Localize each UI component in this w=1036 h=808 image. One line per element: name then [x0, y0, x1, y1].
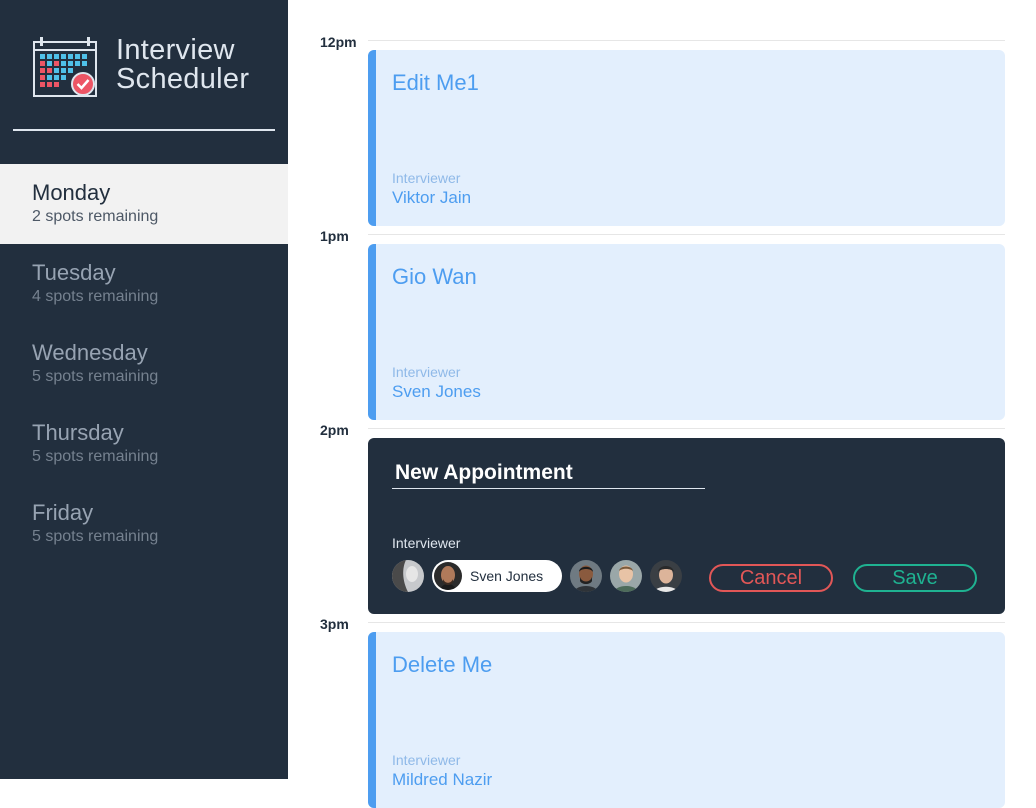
- student-name-input[interactable]: [392, 458, 705, 489]
- interviewer-name: Mildred Nazir: [392, 770, 493, 789]
- day-item-tuesday[interactable]: Tuesday 4 spots remaining: [0, 244, 288, 324]
- slot-time: 1pm: [320, 228, 349, 244]
- slot-separator: [368, 622, 1005, 623]
- slot-time: 3pm: [320, 616, 349, 632]
- slot-separator: [368, 234, 1005, 235]
- slot-separator: [368, 40, 1005, 41]
- app-title-line1: Interview: [116, 34, 235, 66]
- slot-1pm: 1pm Gio Wan Interviewer Sven Jones: [288, 194, 1036, 420]
- student-name: Gio Wan: [392, 264, 477, 289]
- day-item-thursday[interactable]: Thursday 5 spots remaining: [0, 404, 288, 484]
- day-name: Wednesday: [32, 340, 148, 365]
- day-spots: 5 spots remaining: [32, 448, 159, 465]
- slot-separator: [368, 428, 1005, 429]
- slot-time: 2pm: [320, 422, 349, 438]
- day-name: Monday: [32, 180, 111, 205]
- interviewer-label: Interviewer: [392, 170, 461, 186]
- day-spots: 2 spots remaining: [32, 208, 159, 225]
- app-title-line2: Scheduler: [116, 63, 250, 95]
- day-spots: 5 spots remaining: [32, 368, 159, 385]
- day-list: Monday 2 spots remaining Tuesday 4 spots…: [0, 164, 288, 564]
- day-name: Friday: [32, 500, 94, 525]
- brand: Interview Scheduler: [32, 34, 272, 100]
- interviewer-label: Interviewer: [392, 752, 461, 768]
- slot-time: 12pm: [320, 34, 357, 50]
- slot-3pm: 3pm Delete Me Interviewer Mildred Nazir: [288, 582, 1036, 808]
- student-name: Delete Me: [392, 652, 493, 677]
- student-name: Edit Me1: [392, 70, 479, 95]
- calendar-logo-icon: [33, 37, 97, 97]
- schedule: 12pm Edit Me1 Interviewer Viktor Jain 1p…: [288, 0, 1036, 808]
- sidebar-divider: [13, 129, 275, 131]
- app-title: Interview Scheduler: [116, 36, 249, 94]
- interviewer-list-label: Interviewer: [392, 535, 461, 551]
- day-spots: 5 spots remaining: [32, 528, 159, 545]
- day-name: Tuesday: [32, 260, 116, 285]
- slot-12pm: 12pm Edit Me1 Interviewer Viktor Jain: [288, 0, 1036, 226]
- day-name: Thursday: [32, 420, 124, 445]
- day-item-wednesday[interactable]: Wednesday 5 spots remaining: [0, 324, 288, 404]
- day-item-monday[interactable]: Monday 2 spots remaining: [0, 164, 288, 244]
- appointment-card[interactable]: Delete Me Interviewer Mildred Nazir: [368, 632, 1005, 808]
- sidebar: Interview Scheduler Monday 2 spots remai…: [0, 0, 288, 779]
- interviewer-label: Interviewer: [392, 364, 461, 380]
- day-spots: 4 spots remaining: [32, 288, 159, 305]
- day-item-friday[interactable]: Friday 5 spots remaining: [0, 484, 288, 564]
